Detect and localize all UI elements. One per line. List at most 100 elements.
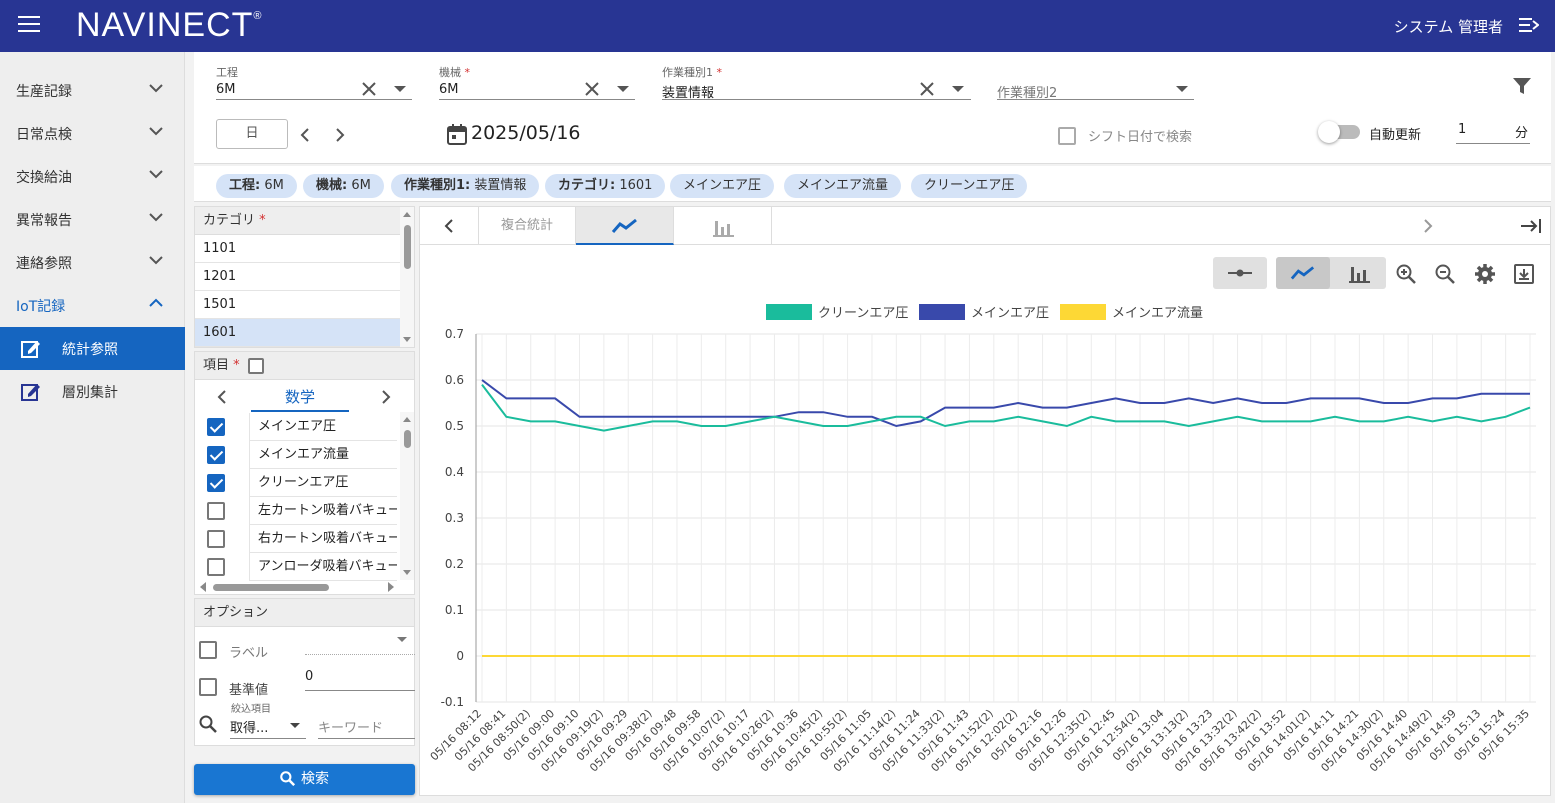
category-row[interactable]: 1501: [195, 291, 400, 319]
gear-icon[interactable]: [1473, 262, 1497, 286]
legend-item[interactable]: メインエア圧: [919, 302, 1049, 321]
hamburger-menu-icon[interactable]: [18, 16, 40, 34]
work-type1-select[interactable]: 作業種別1 * 装置情報: [662, 66, 971, 101]
chevron-left-icon[interactable]: [444, 219, 454, 233]
item-checkbox[interactable]: [207, 446, 225, 464]
sidebar-item-iot-record[interactable]: IoT記録: [0, 284, 185, 327]
auto-refresh-toggle[interactable]: [1318, 121, 1360, 143]
machine-value: 6M: [439, 82, 459, 97]
shift-date-search[interactable]: シフト日付で検索: [1058, 126, 1192, 145]
item-header: 項目 *: [195, 352, 414, 380]
filter-chip[interactable]: カテゴリ: 1601: [545, 174, 666, 198]
filter-chip[interactable]: 工程: 6M: [216, 174, 297, 198]
item-hscrollbar[interactable]: [195, 580, 400, 594]
dropdown-arrow-icon[interactable]: [394, 86, 406, 93]
item-checkbox[interactable]: [207, 418, 225, 436]
shift-date-checkbox[interactable]: [1058, 126, 1076, 145]
item-checkbox[interactable]: [207, 530, 225, 548]
filter-item-select[interactable]: 取得...: [230, 713, 306, 739]
item-row[interactable]: メインエア圧: [195, 413, 400, 441]
chevron-down-icon: [149, 170, 163, 179]
y-tick-label: 0.4: [445, 465, 464, 479]
series-line[interactable]: [481, 383, 1531, 432]
sidebar-item-daily-inspection[interactable]: 日常点検: [0, 112, 185, 155]
sidebar-item-anomaly-report[interactable]: 異常報告: [0, 198, 185, 241]
category-scrollbar[interactable]: [400, 207, 414, 347]
category-row[interactable]: 1101: [195, 235, 400, 263]
item-row[interactable]: クリーンエア圧: [195, 469, 400, 497]
dropdown-arrow-icon[interactable]: [952, 86, 964, 93]
sidebar-item-contact-reference[interactable]: 連絡参照: [0, 241, 185, 284]
tab-bar-chart[interactable]: [674, 207, 772, 245]
chevron-left-icon[interactable]: [217, 390, 227, 404]
item-row[interactable]: メインエア流量: [195, 441, 400, 469]
label-select[interactable]: [305, 629, 415, 655]
download-icon[interactable]: [1512, 262, 1536, 286]
item-row[interactable]: 左カートン吸着バキューム: [195, 497, 400, 525]
y-tick-label: 0.1: [445, 603, 464, 617]
user-name[interactable]: システム 管理者: [1394, 16, 1503, 37]
chevron-down-icon: [149, 127, 163, 136]
dropdown-arrow-icon[interactable]: [617, 86, 629, 93]
menu-collapse-icon[interactable]: [1519, 17, 1539, 33]
legend-item[interactable]: クリーンエア圧: [766, 302, 908, 321]
zoom-in-icon[interactable]: [1394, 262, 1418, 286]
chart-type-group: [1276, 257, 1386, 289]
period-day-button[interactable]: 日: [216, 119, 288, 149]
chevron-left-icon[interactable]: [299, 127, 311, 143]
sidebar-item-layered-aggregate[interactable]: 層別集計: [0, 370, 185, 413]
item-checkbox[interactable]: [207, 502, 225, 520]
y-tick-label: 0.5: [445, 419, 464, 433]
clear-icon[interactable]: [360, 80, 378, 98]
tab-math[interactable]: 数学: [251, 386, 349, 412]
filter-chip[interactable]: メインエア圧: [670, 174, 775, 198]
item-panel: 項目 * 数学 メインエア圧 メインエア流量 クリーンエア圧 左カートン吸着バキ…: [194, 351, 415, 595]
chevron-right-icon[interactable]: [1423, 219, 1433, 233]
line-marker-icon[interactable]: [1228, 268, 1252, 278]
item-checkbox[interactable]: [207, 558, 225, 576]
search-button[interactable]: 検索: [194, 764, 415, 795]
sidebar-item-statistics-reference[interactable]: 統計参照: [0, 327, 185, 370]
select-all-checkbox[interactable]: [247, 357, 264, 374]
date-display[interactable]: 2025/05/16: [471, 122, 581, 144]
category-panel: カテゴリ * 1101 1201 1501 1601: [194, 206, 415, 348]
sidebar-item-replacement-oiling[interactable]: 交換給油: [0, 155, 185, 198]
dropdown-arrow-icon[interactable]: [1176, 86, 1188, 93]
tab-composite-stats[interactable]: 複合統計: [478, 207, 576, 245]
sidebar-item-production-record[interactable]: 生産記録: [0, 69, 185, 112]
calendar-icon[interactable]: [447, 123, 467, 145]
app-header: NAVINECT® システム 管理者: [0, 0, 1555, 52]
refresh-interval-input[interactable]: 1 分: [1456, 122, 1530, 144]
line-mode-button[interactable]: [1276, 257, 1330, 289]
filter-chip[interactable]: クリーンエア圧: [911, 174, 1028, 198]
chevron-right-icon[interactable]: [334, 127, 346, 143]
item-row[interactable]: 右カートン吸着バキューム: [195, 525, 400, 553]
zoom-out-icon[interactable]: [1433, 262, 1457, 286]
work-type2-select[interactable]: 作業種別2: [997, 66, 1194, 101]
item-scrollbar[interactable]: [400, 412, 414, 580]
keyword-input[interactable]: キーワード: [318, 713, 415, 739]
bar-chart-icon: [712, 221, 734, 237]
clear-icon[interactable]: [918, 80, 936, 98]
chevron-right-icon[interactable]: [381, 390, 391, 404]
item-row[interactable]: アンローダ吸着バキューム: [195, 553, 400, 581]
filter-chip[interactable]: 機械: 6M: [303, 174, 384, 198]
tab-line-chart[interactable]: [576, 207, 674, 245]
category-row[interactable]: 1201: [195, 263, 400, 291]
line-chart: 0.70.60.50.40.30.20.10-0.105/16 08:1205/…: [428, 327, 1536, 774]
baseline-input[interactable]: 0: [305, 667, 415, 691]
legend-item[interactable]: メインエア流量: [1060, 302, 1203, 321]
process-select[interactable]: 工程 6M: [216, 66, 412, 100]
bar-mode-button[interactable]: [1332, 257, 1386, 289]
label-option-text: ラベル: [229, 646, 269, 661]
filter-chip[interactable]: メインエア流量: [784, 174, 902, 198]
arrow-to-end-icon[interactable]: [1520, 218, 1542, 234]
category-row-selected[interactable]: 1601: [195, 319, 400, 347]
machine-select[interactable]: 機械 * 6M: [439, 66, 635, 100]
clear-icon[interactable]: [583, 80, 601, 98]
filter-icon[interactable]: [1512, 76, 1532, 96]
item-checkbox[interactable]: [207, 474, 225, 492]
label-checkbox[interactable]: [199, 641, 217, 659]
filter-chip[interactable]: 作業種別1: 装置情報: [391, 174, 540, 198]
baseline-checkbox[interactable]: [199, 678, 217, 696]
